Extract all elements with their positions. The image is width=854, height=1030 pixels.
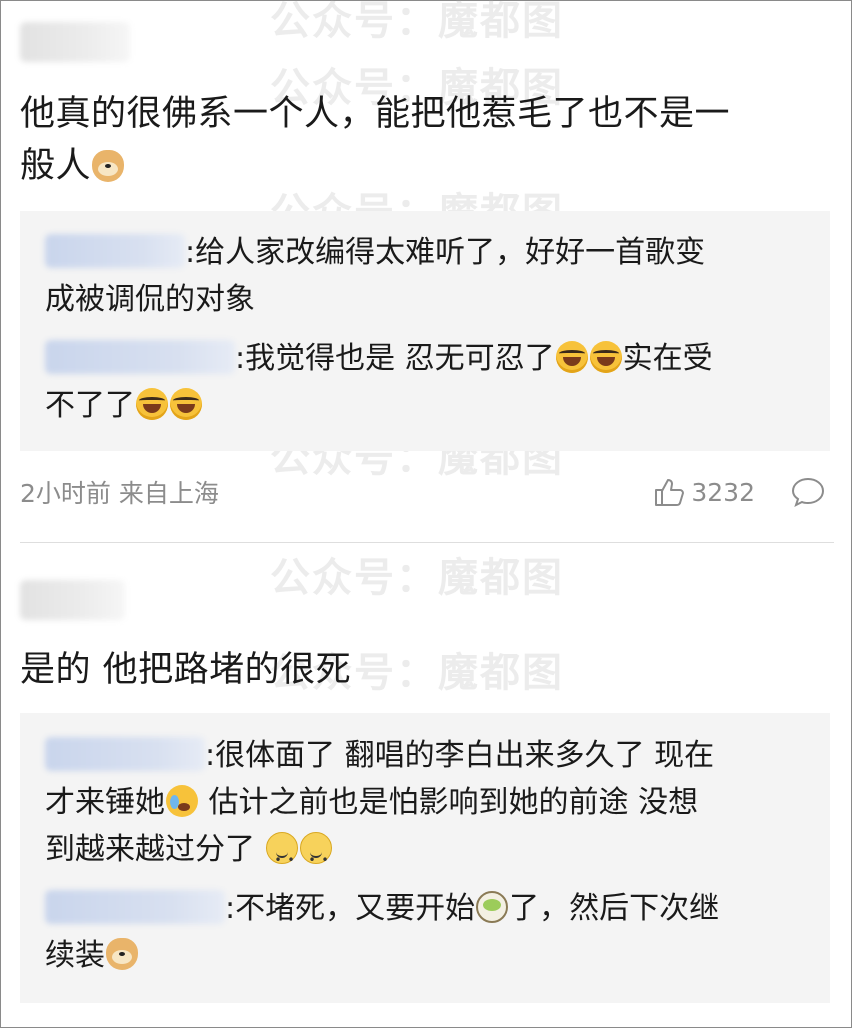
comment-author-1[interactable] — [20, 22, 834, 62]
author-name-blurred[interactable] — [20, 580, 125, 620]
comment-bubble-icon[interactable] — [791, 477, 825, 507]
reply-author-blurred[interactable] — [45, 340, 235, 374]
reply-author-blurred[interactable] — [45, 890, 225, 924]
reply-2-2[interactable]: :不堵死，又要开始 了，然后下次继 续装 — [45, 885, 825, 979]
like-count: 3232 — [691, 477, 755, 507]
doge-emoji-icon — [92, 150, 125, 182]
tea-emoji-icon — [476, 891, 509, 923]
reply-box-1[interactable]: :给人家改编得太难听了，好好一首歌变 成被调侃的对象 :我觉得也是 忍无可忍了实… — [20, 211, 830, 451]
comment-line: 般人 — [20, 140, 834, 192]
laugh-emoji-icon — [589, 341, 622, 373]
reply-author-blurred[interactable] — [45, 737, 205, 771]
reply-box-2[interactable]: :很体面了 翻唱的李白出来多久了 现在 才来锤她 估计之前也是怕影响到她的前途 … — [20, 713, 830, 1003]
reply-1-2[interactable]: :我觉得也是 忍无可忍了 实在受 不了了 — [45, 335, 825, 429]
comment-text-2: 是的 他把路堵的很死 — [20, 644, 834, 696]
divider — [20, 542, 834, 543]
laugh-emoji-icon — [136, 388, 168, 420]
thumbs-up-icon — [655, 479, 685, 506]
author-name-blurred[interactable] — [20, 22, 130, 62]
timestamp-location: 2小时前 来自上海 — [20, 479, 219, 508]
reply-author-blurred[interactable] — [45, 234, 185, 268]
reply-2-1[interactable]: :很体面了 翻唱的李白出来多久了 现在 才来锤她 估计之前也是怕影响到她的前途 … — [45, 732, 825, 884]
comment-meta-1: 2小时前 来自上海 3232 — [20, 474, 825, 510]
comment-line: 是的 他把路堵的很死 — [20, 650, 352, 690]
doge-emoji-icon — [106, 938, 138, 970]
comment-text-1: 他真的很佛系一个人，能把他惹毛了也不是一 般人 — [20, 88, 834, 192]
laugh-emoji-icon — [170, 388, 202, 420]
comment-author-2[interactable] — [20, 580, 834, 620]
smile-emoji-icon — [265, 832, 298, 884]
reply-1-1[interactable]: :给人家改编得太难听了，好好一首歌变 成被调侃的对象 — [45, 229, 825, 323]
smile-emoji-icon — [299, 832, 332, 884]
like-button[interactable]: 3232 — [653, 477, 755, 507]
comment-line: 他真的很佛系一个人，能把他惹毛了也不是一 — [20, 94, 731, 134]
laugh-emoji-icon — [555, 341, 588, 373]
cry-laugh-emoji-icon — [166, 785, 198, 817]
